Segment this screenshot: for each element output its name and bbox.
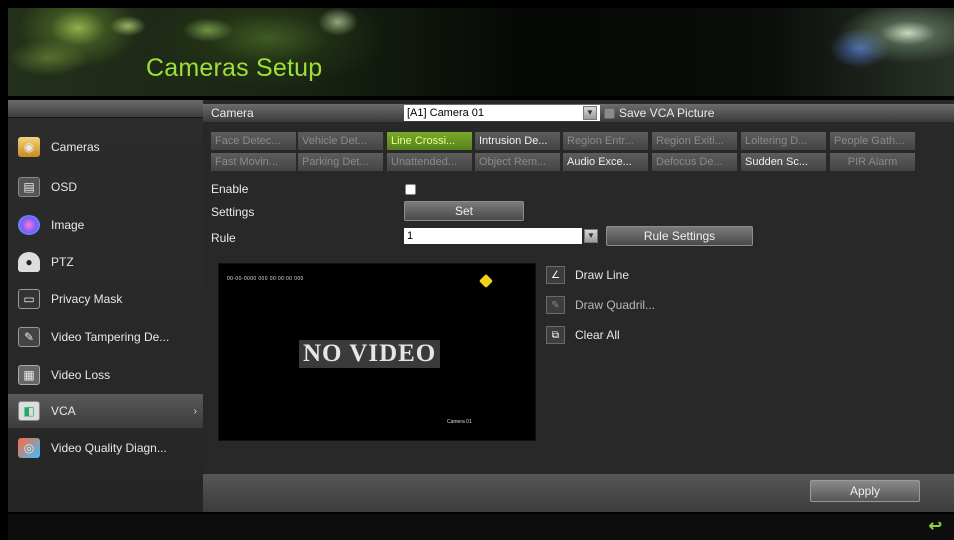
osd-camera-name: Camera 01: [447, 419, 472, 425]
privacy-mask-icon: ▭: [18, 289, 40, 309]
osd-datetime: 00-00-0000 000 00:00:00 000: [227, 276, 304, 282]
sidebar-item-video-quality[interactable]: ◎ Video Quality Diagn...: [8, 431, 203, 465]
camera-select[interactable]: [A1] Camera 01: [404, 105, 600, 121]
sidebar-item-label: Image: [51, 218, 85, 232]
rule-select[interactable]: 1: [404, 228, 582, 244]
tab-intrusion-detection[interactable]: Intrusion De...: [475, 132, 561, 150]
sidebar-item-label: Video Loss: [51, 368, 111, 382]
tab-face-detection[interactable]: Face Detec...: [211, 132, 297, 150]
tab-parking-detection[interactable]: Parking Det...: [298, 153, 384, 171]
sidebar-item-video-tampering[interactable]: ✎ Video Tampering De...: [8, 320, 203, 354]
sidebar-item-label: Video Quality Diagn...: [51, 441, 167, 455]
sidebar-item-privacy-mask[interactable]: ▭ Privacy Mask: [8, 282, 203, 316]
rule-label: Rule: [211, 231, 236, 245]
draw-line-label: Draw Line: [575, 268, 630, 282]
camera-label: Camera: [211, 106, 254, 120]
sidebar-header-strip: [8, 100, 203, 118]
settings-label: Settings: [211, 205, 255, 219]
rule-settings-button[interactable]: Rule Settings: [606, 226, 753, 246]
osd-icon: ▤: [18, 177, 40, 197]
back-icon[interactable]: ↩: [929, 516, 942, 536]
sidebar-item-label: PTZ: [51, 255, 74, 269]
tab-fast-moving[interactable]: Fast Movin...: [211, 153, 297, 171]
tab-line-crossing[interactable]: Line Crossi...: [387, 132, 473, 150]
video-loss-icon: ▦: [18, 365, 40, 385]
tab-loitering-detection[interactable]: Loitering D...: [741, 132, 827, 150]
sidebar-item-vca[interactable]: ◧ VCA ›: [8, 394, 203, 428]
clear-all-tool[interactable]: ⧉ Clear All: [546, 326, 620, 344]
camera-dropdown-icon[interactable]: ▼: [583, 106, 597, 120]
vca-icon: ◧: [18, 401, 40, 421]
sidebar-item-label: Video Tampering De...: [51, 330, 170, 344]
tab-region-entrance[interactable]: Region Entr...: [563, 132, 649, 150]
sidebar: ◉ Cameras ▤ OSD Image ● PTZ ▭ Privacy Ma…: [8, 100, 203, 512]
enable-checkbox[interactable]: [405, 184, 416, 195]
header-banner: Cameras Setup: [8, 8, 954, 96]
quality-icon: ◎: [18, 438, 40, 458]
save-vca-checkbox[interactable]: [604, 108, 615, 119]
preview-marker-icon: [478, 273, 494, 289]
enable-label: Enable: [211, 182, 249, 196]
ptz-icon: ●: [18, 252, 40, 272]
draw-line-tool[interactable]: ∠ Draw Line: [546, 266, 629, 284]
page-title: Cameras Setup: [146, 54, 323, 82]
draw-line-icon: ∠: [546, 266, 565, 284]
tab-object-removal[interactable]: Object Rem...: [475, 153, 561, 171]
tab-pir-alarm[interactable]: PIR Alarm: [830, 153, 916, 171]
tab-audio-exception[interactable]: Audio Exce...: [563, 153, 649, 171]
rule-dropdown-icon[interactable]: ▼: [584, 229, 598, 243]
tab-defocus-detection[interactable]: Defocus De...: [652, 153, 738, 171]
chevron-right-icon: ›: [193, 405, 197, 417]
tab-people-gathering[interactable]: People Gath...: [830, 132, 916, 150]
main-panel: Camera [A1] Camera 01 ▼ Save VCA Picture…: [203, 100, 954, 512]
draw-quadrilateral-label: Draw Quadril...: [575, 298, 656, 312]
tab-unattended-baggage[interactable]: Unattended...: [387, 153, 473, 171]
sidebar-item-video-loss[interactable]: ▦ Video Loss: [8, 358, 203, 392]
tab-region-exiting[interactable]: Region Exiti...: [652, 132, 738, 150]
tampering-icon: ✎: [18, 327, 40, 347]
no-video-text: NO VIDEO: [299, 340, 441, 368]
clear-all-icon: ⧉: [546, 326, 565, 344]
sidebar-item-label: OSD: [51, 180, 78, 194]
save-vca-label: Save VCA Picture: [619, 106, 715, 120]
sidebar-item-label: Privacy Mask: [51, 292, 123, 306]
set-button[interactable]: Set: [404, 201, 524, 221]
sidebar-item-cameras[interactable]: ◉ Cameras: [8, 130, 203, 164]
tab-sudden-scene-change[interactable]: Sudden Sc...: [741, 153, 827, 171]
clear-all-label: Clear All: [575, 328, 620, 342]
draw-quadrilateral-tool[interactable]: ✎ Draw Quadril...: [546, 296, 655, 314]
sidebar-item-label: VCA: [51, 404, 76, 418]
video-preview[interactable]: 00-00-0000 000 00:00:00 000 NO VIDEO Cam…: [218, 263, 536, 441]
sidebar-item-label: Cameras: [51, 140, 100, 154]
tab-vehicle-detection[interactable]: Vehicle Det...: [298, 132, 384, 150]
bottom-bar: ↩: [8, 514, 954, 540]
apply-button[interactable]: Apply: [810, 480, 920, 502]
sidebar-item-osd[interactable]: ▤ OSD: [8, 170, 203, 204]
sidebar-item-ptz[interactable]: ● PTZ: [8, 245, 203, 279]
sidebar-item-image[interactable]: Image: [8, 208, 203, 242]
draw-quadrilateral-icon: ✎: [546, 296, 565, 314]
camera-icon: ◉: [18, 137, 40, 157]
image-icon: [18, 215, 40, 235]
